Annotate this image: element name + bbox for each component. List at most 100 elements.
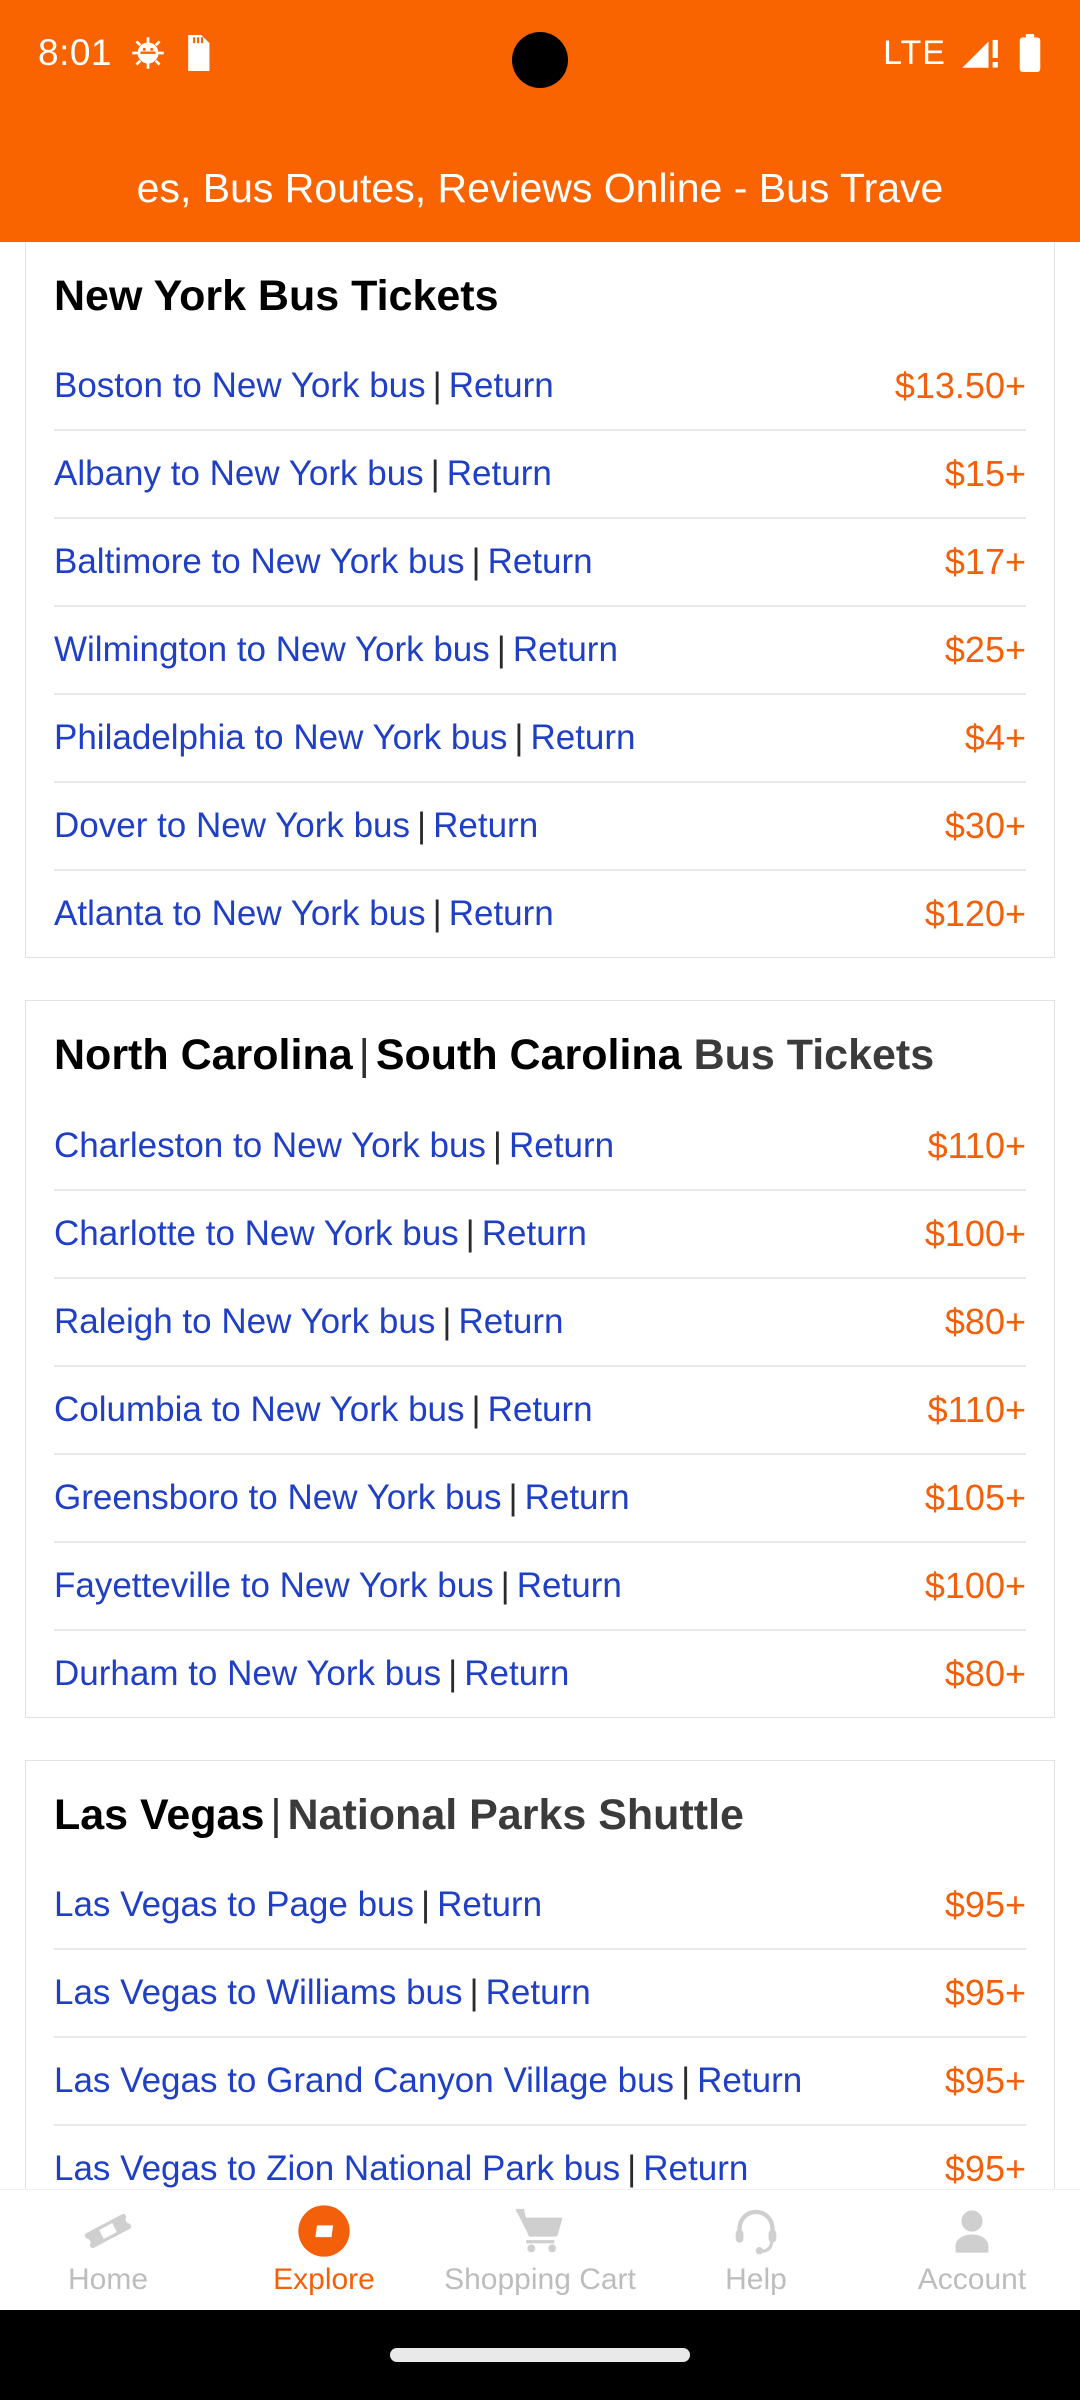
route-links: Dover to New York bus | Return: [54, 806, 538, 846]
route-row: Durham to New York bus | Return $80+: [54, 1631, 1026, 1717]
route-row: Charlotte to New York bus | Return $100+: [54, 1191, 1026, 1279]
route-link[interactable]: Charleston to New York bus: [54, 1126, 486, 1165]
camera-punch-hole: [512, 32, 568, 88]
route-link-separator: |: [421, 1885, 431, 1925]
return-link[interactable]: Return: [509, 1126, 614, 1165]
section-card: New York Bus Tickets Boston to New York b…: [25, 242, 1055, 959]
nav-item-explore[interactable]: Explore: [216, 2205, 432, 2295]
nav-item-label: Home: [67, 2263, 149, 2296]
section-title: North Carolina | South Carolina Bus Ticket…: [26, 1001, 1054, 1102]
route-price: $30+: [944, 805, 1026, 847]
nav-item-shopping-cart[interactable]: Shopping Cart: [432, 2205, 648, 2295]
route-link-separator: |: [492, 1125, 503, 1165]
ticket-icon: [82, 2205, 134, 2257]
return-link[interactable]: Return: [525, 1478, 630, 1517]
route-price: $95+: [944, 1972, 1026, 2014]
nav-item-home[interactable]: Home: [0, 2205, 216, 2295]
return-link[interactable]: Return: [447, 454, 552, 493]
route-link[interactable]: Durham to New York bus: [54, 1654, 441, 1693]
route-links: Philadelphia to New York bus | Return: [54, 718, 636, 758]
route-price: $95+: [944, 2060, 1026, 2102]
return-link[interactable]: Return: [458, 1302, 563, 1341]
return-link[interactable]: Return: [697, 2061, 802, 2100]
route-links: Columbia to New York bus | Return: [54, 1390, 593, 1430]
route-links: Raleigh to New York bus | Return: [54, 1302, 564, 1342]
route-links: Atlanta to New York bus | Return: [54, 894, 554, 934]
person-icon: [946, 2205, 998, 2257]
nav-item-account[interactable]: Account: [864, 2205, 1080, 2295]
route-price: $95+: [944, 1884, 1026, 1926]
route-link[interactable]: Fayetteville to New York bus: [54, 1566, 494, 1605]
route-price: $100+: [924, 1212, 1026, 1254]
route-link[interactable]: Wilmington to New York bus: [54, 630, 490, 669]
route-link[interactable]: Baltimore to New York bus: [54, 542, 464, 581]
android-debug-icon: [130, 35, 166, 71]
route-link[interactable]: Boston to New York bus: [54, 366, 426, 405]
route-link[interactable]: Greensboro to New York bus: [54, 1478, 501, 1517]
route-price: $80+: [944, 1300, 1026, 1342]
route-row: Greensboro to New York bus | Return $105+: [54, 1455, 1026, 1543]
route-links: Las Vegas to Williams bus | Return: [54, 1973, 591, 2013]
route-link[interactable]: Las Vegas to Page bus: [54, 1885, 414, 1924]
return-link[interactable]: Return: [513, 630, 618, 669]
section-title-primary: North Carolina: [54, 1031, 353, 1080]
route-link[interactable]: Las Vegas to Williams bus: [54, 1973, 463, 2012]
route-link-separator: |: [508, 1477, 518, 1517]
route-links: Baltimore to New York bus | Return: [54, 542, 593, 582]
return-link[interactable]: Return: [464, 1654, 569, 1693]
return-link[interactable]: Return: [643, 2149, 748, 2188]
route-link[interactable]: Columbia to New York bus: [54, 1390, 465, 1429]
return-link[interactable]: Return: [488, 542, 593, 581]
route-row: Baltimore to New York bus | Return $17+: [54, 519, 1026, 608]
route-link-separator: |: [432, 366, 442, 406]
route-link[interactable]: Philadelphia to New York bus: [54, 718, 507, 757]
route-link[interactable]: Raleigh to New York bus: [54, 1302, 435, 1341]
return-link[interactable]: Return: [488, 1390, 593, 1429]
route-links: Fayetteville to New York bus | Return: [54, 1566, 622, 1606]
nav-item-help[interactable]: Help: [648, 2205, 864, 2295]
section-title: New York Bus Tickets: [26, 242, 1054, 343]
route-links: Albany to New York bus | Return: [54, 454, 552, 494]
signal-bars-icon: [962, 35, 1002, 71]
clock: 8:01: [38, 32, 113, 73]
return-link[interactable]: Return: [449, 366, 554, 405]
return-link[interactable]: Return: [486, 1973, 591, 2012]
return-link[interactable]: Return: [437, 1885, 542, 1924]
return-link[interactable]: Return: [433, 806, 538, 845]
route-row: Las Vegas to Williams bus | Return $95+: [54, 1950, 1026, 2039]
section-card: North Carolina | South Carolina Bus Ticket…: [25, 1000, 1055, 1718]
gesture-handle[interactable]: [390, 2348, 690, 2362]
route-link-separator: |: [432, 894, 442, 934]
return-link[interactable]: Return: [530, 718, 635, 757]
route-price: $105+: [924, 1476, 1026, 1518]
app-title-bar: es, Bus Routes, Reviews Online - Bus Tra…: [0, 135, 1080, 242]
route-list: Boston to New York bus | Return $13.50+ Alba…: [26, 343, 1054, 957]
page-content-scroll-area[interactable]: New York Bus Tickets Boston to New York b…: [0, 242, 1080, 2190]
route-price: $120+: [924, 893, 1026, 935]
section-title-mid: South Carolina: [375, 1031, 682, 1080]
status-bar: 8:01 LTE: [0, 0, 1080, 135]
nav-item-label: Shopping Cart: [444, 2263, 636, 2296]
return-link[interactable]: Return: [517, 1566, 622, 1605]
route-link-separator: |: [469, 1973, 479, 2013]
return-link[interactable]: Return: [482, 1214, 587, 1253]
route-link[interactable]: Las Vegas to Zion National Park bus: [54, 2149, 620, 2188]
route-link[interactable]: Charlotte to New York bus: [54, 1214, 459, 1253]
route-links: Charleston to New York bus | Return: [54, 1125, 614, 1166]
route-list: Charleston to New York bus | Return $110+ Ch…: [26, 1103, 1054, 1717]
battery-icon: [1018, 34, 1042, 72]
section-title-separator: |: [270, 1790, 282, 1839]
route-link-separator: |: [496, 630, 506, 670]
route-row: Columbia to New York bus | Return $110+: [54, 1367, 1026, 1455]
route-link[interactable]: Atlanta to New York bus: [54, 894, 426, 933]
route-price: $80+: [944, 1652, 1026, 1694]
route-link[interactable]: Las Vegas to Grand Canyon Village bus: [54, 2061, 674, 2100]
route-link[interactable]: Albany to New York bus: [54, 454, 424, 493]
route-link[interactable]: Dover to New York bus: [54, 806, 410, 845]
route-row: Albany to New York bus | Return $15+: [54, 431, 1026, 520]
route-link-separator: |: [681, 2061, 691, 2101]
return-link[interactable]: Return: [449, 894, 554, 933]
bottom-navigation-bar: Home Explore Shopping Cart Help Account: [0, 2190, 1080, 2310]
route-links: Charlotte to New York bus | Return: [54, 1214, 587, 1254]
section-title-secondary: National Parks Shuttle: [287, 1790, 744, 1839]
